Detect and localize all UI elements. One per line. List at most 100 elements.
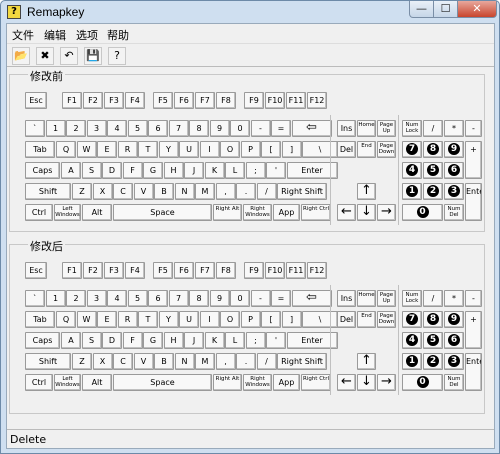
before-key-left[interactable]: ← <box>337 204 356 221</box>
menu-help[interactable]: 帮助 <box>107 27 129 43</box>
before-key-right[interactable]: → <box>377 204 396 221</box>
before-key-row1-4[interactable]: 4 <box>107 120 127 137</box>
after-key-row4-2[interactable]: X <box>92 353 113 370</box>
after-key-row1-5[interactable]: 5 <box>127 290 148 307</box>
before-key-row2-1[interactable]: Q <box>56 141 76 158</box>
after-key-row2-3[interactable]: E <box>97 311 117 328</box>
maximize-button[interactable]: ☐ <box>433 1 458 18</box>
before-key-shift[interactable]: Shift <box>25 183 71 200</box>
after-key-f4[interactable]: F4 <box>125 262 145 279</box>
before-key-row2-9[interactable]: O <box>220 141 240 158</box>
after-key-row2-9[interactable]: O <box>220 311 240 328</box>
after-key-up[interactable]: ↑ <box>357 353 376 370</box>
before-key-np-7[interactable]: 7 <box>402 141 422 158</box>
after-key-row5-5[interactable]: Right Windows <box>243 374 272 391</box>
before-key-nav-1[interactable]: Home <box>357 120 376 137</box>
after-key-nav-4[interactable]: End <box>357 311 376 328</box>
after-key-np-del[interactable]: Num Del <box>444 374 464 391</box>
after-key-np-8[interactable]: 8 <box>423 311 443 328</box>
after-key-f5[interactable]: F5 <box>153 262 173 279</box>
after-key-row1-8[interactable]: 8 <box>189 290 209 307</box>
before-key-row3-3[interactable]: D <box>102 162 122 179</box>
after-key-nav-5[interactable]: Page Down <box>377 311 396 328</box>
after-key-row2-5[interactable]: T <box>138 311 158 328</box>
after-key-row2-1[interactable]: Q <box>56 311 76 328</box>
after-key-row2-10[interactable]: P <box>240 311 261 328</box>
after-key-row1-10[interactable]: 0 <box>230 290 250 307</box>
before-key-f12[interactable]: F12 <box>307 92 327 109</box>
before-key-row1-0[interactable]: ` <box>25 120 45 137</box>
after-key-row1-4[interactable]: 4 <box>107 290 127 307</box>
before-key-row1-12[interactable]: = <box>271 120 291 137</box>
before-key-row2-8[interactable]: I <box>199 141 220 158</box>
before-key-row3-11[interactable]: ' <box>266 162 286 179</box>
before-key-np-3[interactable]: 3 <box>444 183 464 200</box>
after-key-np-divide[interactable]: / <box>423 290 443 307</box>
after-key-row5-1[interactable]: Left Windows <box>54 374 81 391</box>
before-key-row5-6[interactable]: App <box>273 204 300 221</box>
after-key-row1-12[interactable]: = <box>271 290 291 307</box>
after-key-np-2[interactable]: 2 <box>423 353 443 370</box>
before-key-row2-4[interactable]: R <box>117 141 138 158</box>
after-key-f9[interactable]: F9 <box>244 262 264 279</box>
before-key-row5-1[interactable]: Left Windows <box>54 204 81 221</box>
after-key-f6[interactable]: F6 <box>174 262 194 279</box>
open-button[interactable]: 📂 <box>12 47 30 65</box>
before-key-row1-5[interactable]: 5 <box>127 120 148 137</box>
after-key-row1-2[interactable]: 2 <box>66 290 86 307</box>
after-key-right[interactable]: → <box>377 374 396 391</box>
after-key-row4-8[interactable]: , <box>215 353 236 370</box>
before-key-f10[interactable]: F10 <box>265 92 285 109</box>
before-key-np-2[interactable]: 2 <box>423 183 443 200</box>
after-key-row4-5[interactable]: B <box>154 353 174 370</box>
before-key-nav-2[interactable]: Page Up <box>377 120 396 137</box>
after-key-row1-13[interactable]: ⇦ <box>291 290 332 307</box>
before-key-nav-4[interactable]: End <box>357 141 376 158</box>
after-key-row5-4[interactable]: Right Alt <box>213 374 242 391</box>
after-key-f12[interactable]: F12 <box>307 262 327 279</box>
after-key-row3-1[interactable]: A <box>61 332 81 349</box>
before-key-row5-4[interactable]: Right Alt <box>213 204 242 221</box>
before-key-row5-2[interactable]: Alt <box>82 204 112 221</box>
after-key-np-7[interactable]: 7 <box>402 311 422 328</box>
after-key-f7[interactable]: F7 <box>195 262 215 279</box>
before-key-row1-9[interactable]: 9 <box>209 120 230 137</box>
before-key-row1-3[interactable]: 3 <box>86 120 107 137</box>
before-key-row5-3[interactable]: Space <box>113 204 212 221</box>
after-key-nav-3[interactable]: Del <box>337 311 356 328</box>
after-key-row3-11[interactable]: ' <box>266 332 286 349</box>
before-key-nav-5[interactable]: Page Down <box>377 141 396 158</box>
after-key-np-4[interactable]: 4 <box>402 332 422 349</box>
after-key-row3-2[interactable]: S <box>81 332 102 349</box>
before-key-f3[interactable]: F3 <box>104 92 124 109</box>
before-key-np-5[interactable]: 5 <box>423 162 443 179</box>
before-key-numlock[interactable]: Num Lock <box>402 120 422 137</box>
before-key-row4-3[interactable]: C <box>113 183 133 200</box>
before-key-np-8[interactable]: 8 <box>423 141 443 158</box>
after-key-row2-7[interactable]: U <box>179 311 199 328</box>
after-key-numlock[interactable]: Num Lock <box>402 290 422 307</box>
undo-button[interactable]: ↶ <box>60 47 78 65</box>
after-key-row4-10[interactable]: / <box>256 353 277 370</box>
before-key-row5-0[interactable]: Ctrl <box>25 204 53 221</box>
before-key-row4-7[interactable]: M <box>195 183 215 200</box>
close-button[interactable]: ✕ <box>457 1 497 18</box>
after-key-row3-7[interactable]: J <box>184 332 204 349</box>
before-key-f9[interactable]: F9 <box>244 92 264 109</box>
before-key-np-plus[interactable]: + <box>465 141 482 179</box>
before-key-f2[interactable]: F2 <box>83 92 103 109</box>
after-key-row4-1[interactable]: Z <box>72 353 92 370</box>
after-key-f3[interactable]: F3 <box>104 262 124 279</box>
save-button[interactable]: 💾 <box>84 47 102 65</box>
before-key-np-1[interactable]: 1 <box>402 183 422 200</box>
before-key-row1-13[interactable]: ⇦ <box>291 120 332 137</box>
before-key-row3-2[interactable]: S <box>81 162 102 179</box>
before-key-right-shift[interactable]: Right Shift <box>277 183 327 200</box>
before-key-f5[interactable]: F5 <box>153 92 173 109</box>
before-key-f4[interactable]: F4 <box>125 92 145 109</box>
before-key-f11[interactable]: F11 <box>286 92 306 109</box>
after-key-np-0[interactable]: 0 <box>402 374 443 391</box>
after-key-np-6[interactable]: 6 <box>444 332 464 349</box>
after-key-row4-9[interactable]: . <box>236 353 256 370</box>
after-key-row5-2[interactable]: Alt <box>82 374 112 391</box>
